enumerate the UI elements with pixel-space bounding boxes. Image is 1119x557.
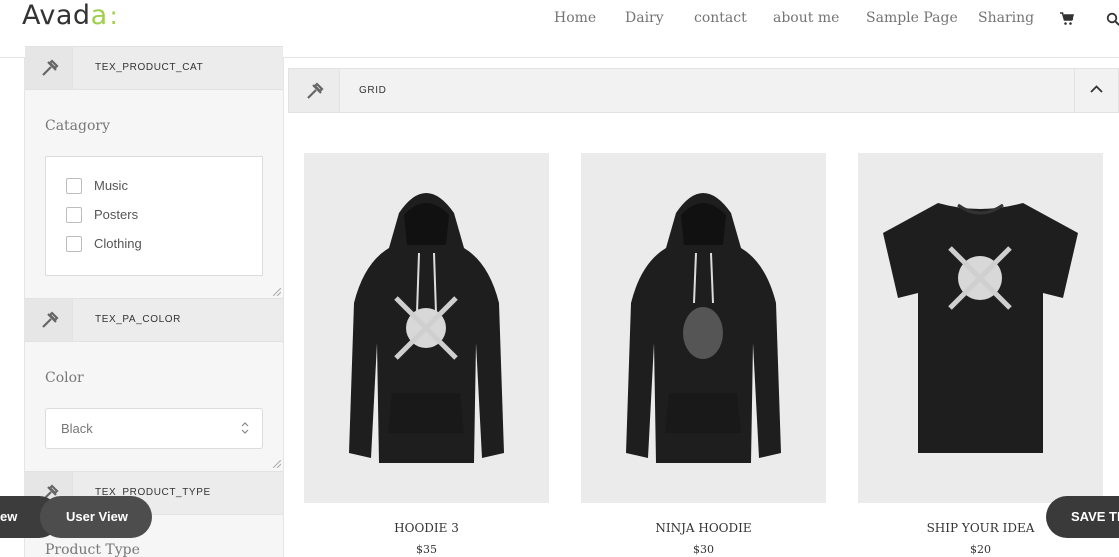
save-label: SAVE TE	[1071, 509, 1119, 524]
product-name[interactable]: NINJA HOODIE	[581, 521, 826, 535]
main-nav: Home Dairy contact about me Sample Page …	[0, 10, 1119, 30]
category-label: Catagory	[45, 118, 111, 134]
checkbox[interactable]	[66, 207, 82, 223]
checkbox-label: Music	[94, 178, 128, 193]
checkbox-label: Posters	[94, 207, 139, 222]
select-arrows-icon	[241, 422, 249, 434]
filter-sidebar: TEX_PRODUCT_CAT Catagory Music Posters C…	[24, 46, 284, 557]
save-button[interactable]: SAVE TE	[1046, 496, 1119, 538]
panel-title: TEX_PA_COLOR	[95, 314, 181, 325]
panel-header-product-cat[interactable]: TEX_PRODUCT_CAT	[25, 46, 283, 90]
panel-title: TEX_PRODUCT_CAT	[95, 62, 204, 73]
collapse-button[interactable]	[1074, 69, 1118, 112]
product-image[interactable]	[581, 153, 826, 503]
resize-handle-icon[interactable]	[273, 460, 281, 468]
grid-title: GRID	[359, 85, 387, 96]
product-price: $35	[416, 543, 437, 556]
tools-icon[interactable]	[289, 69, 340, 112]
main-top-strip	[286, 58, 1119, 68]
product-price: $30	[693, 543, 714, 556]
tools-icon[interactable]	[25, 47, 73, 89]
checkbox-label: Clothing	[94, 236, 142, 251]
color-select-value: Black	[61, 421, 93, 436]
checkbox[interactable]	[66, 178, 82, 194]
nav-item-about-me[interactable]: about me	[773, 10, 839, 26]
chevron-up-icon	[1090, 85, 1103, 93]
product-card[interactable]: NINJA HOODIE $30	[581, 153, 826, 557]
product-image[interactable]	[304, 153, 549, 503]
user-view-button[interactable]: User View	[40, 496, 152, 538]
product-image[interactable]	[858, 153, 1103, 503]
nav-item-contact[interactable]: contact	[694, 10, 747, 26]
nav-item-sharing[interactable]: Sharing	[978, 10, 1034, 26]
resize-handle-icon[interactable]	[273, 288, 281, 296]
grid-panel-header[interactable]: GRID	[288, 68, 1119, 113]
product-name[interactable]: HOODIE 3	[304, 521, 549, 535]
shopping-cart-icon[interactable]	[1060, 11, 1076, 27]
nav-item-home[interactable]: Home	[554, 10, 596, 26]
product-price: $20	[970, 543, 991, 556]
back-view-label: ew	[0, 509, 18, 524]
nav-item-sample-page[interactable]: Sample Page	[866, 10, 958, 26]
panel-header-pa-color[interactable]: TEX_PA_COLOR	[25, 298, 283, 342]
nav-item-dairy[interactable]: Dairy	[625, 10, 664, 26]
color-label: Color	[45, 370, 84, 386]
product-type-label: Product Type	[45, 542, 140, 557]
tools-icon[interactable]	[25, 299, 73, 341]
checkbox[interactable]	[66, 236, 82, 252]
search-icon[interactable]	[1106, 11, 1119, 27]
product-card[interactable]: HOODIE 3 $35	[304, 153, 549, 557]
color-select[interactable]: Black	[45, 408, 263, 449]
category-checkbox-list: Music Posters Clothing	[45, 156, 263, 276]
user-view-label: User View	[66, 509, 128, 524]
